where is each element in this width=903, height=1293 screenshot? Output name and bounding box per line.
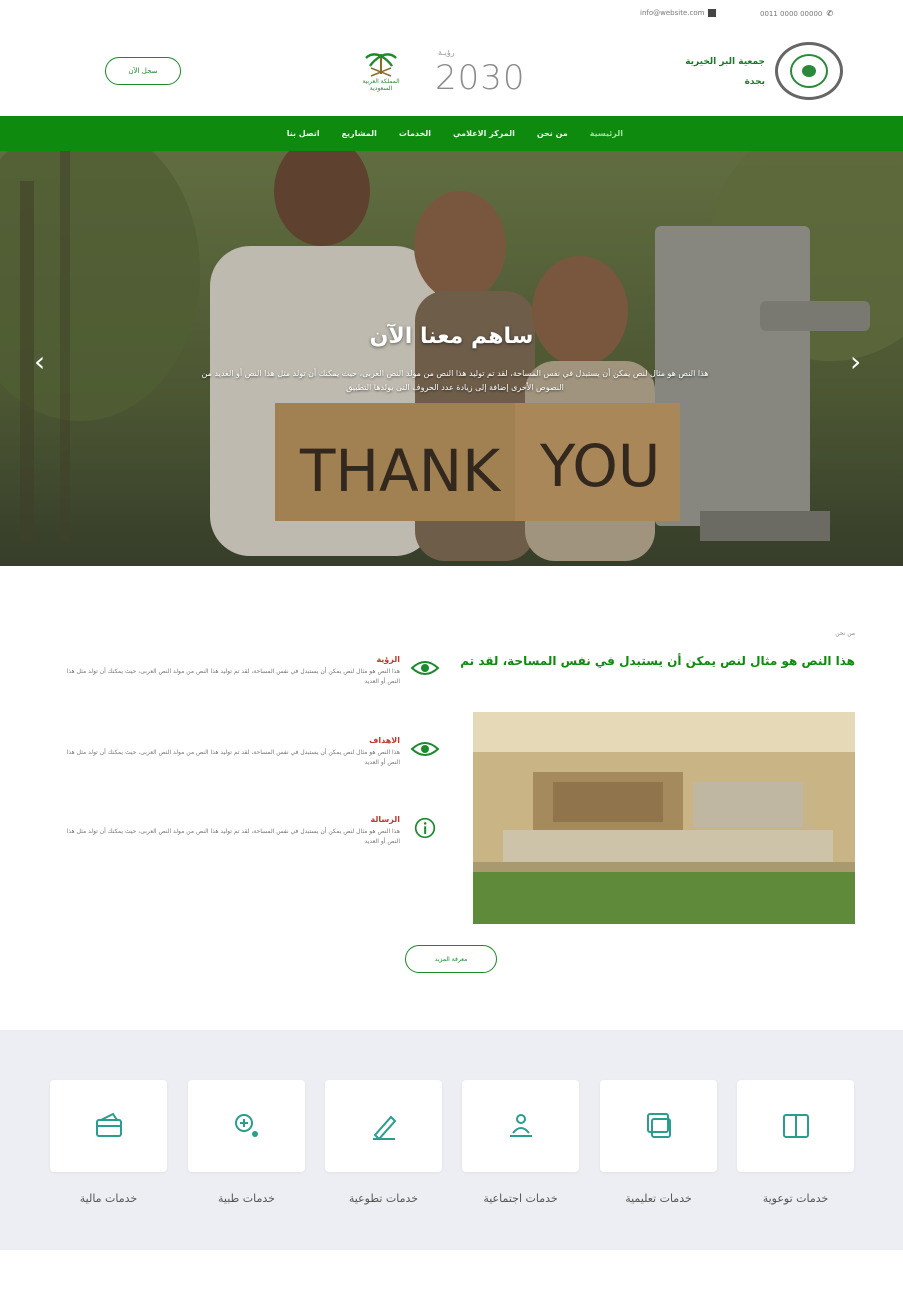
pen-icon	[372, 1115, 396, 1141]
services-section: خدمات توعوية خدمات تعليمية خدمات اجتماعي…	[0, 1030, 903, 1250]
service-label: خدمات تطوعية	[348, 1192, 419, 1205]
service-educational[interactable]: خدمات تعليمية	[600, 1080, 717, 1205]
logo-emblem	[790, 54, 828, 88]
about-title: هذا النص هو مثال لنص يمكن أن يستبدل في ن…	[460, 654, 855, 668]
service-label: خدمات مالية	[79, 1192, 138, 1205]
phone-contact[interactable]: 0011 0000 00000 ✆	[760, 9, 833, 18]
feature-title: الاهداف	[369, 736, 400, 745]
service-card[interactable]	[737, 1080, 854, 1172]
service-card[interactable]	[600, 1080, 717, 1172]
vision-2030-logo: المملكة العربية السعودية رؤيـة 2030	[350, 40, 550, 100]
feature-title: الرسالة	[370, 815, 400, 824]
feature-text: هذا النص هو مثال لنص يمكن أن يستبدل في ن…	[66, 749, 400, 766]
vision-emblem-text: المملكة العربية السعودية	[362, 78, 400, 92]
main-nav: الرئيسية من نحن المركز الاعلامي الخدمات …	[0, 116, 903, 151]
service-medical[interactable]: خدمات طبية	[188, 1080, 305, 1205]
service-volunteer[interactable]: خدمات تطوعية	[325, 1080, 442, 1205]
vision-top-text: رؤيـة	[438, 48, 455, 57]
email-text: info@website.com	[640, 9, 705, 17]
nav-item-services[interactable]: الخدمات	[399, 129, 431, 138]
service-card[interactable]	[325, 1080, 442, 1172]
service-financial[interactable]: خدمات مالية	[50, 1080, 167, 1205]
info-icon	[414, 817, 436, 839]
nav-item-home[interactable]: الرئيسية	[590, 129, 623, 138]
feature-text: هذا النص هو مثال لنص يمكن أن يستبدل في ن…	[66, 668, 400, 685]
nav-item-projects[interactable]: المشاريع	[342, 129, 377, 138]
phone-text: 0011 0000 00000	[760, 9, 823, 18]
hero-text: هذا النص هو مثال لنص يمكن أن يستبدل في ن…	[201, 369, 709, 392]
service-social[interactable]: خدمات اجتماعية	[462, 1080, 579, 1205]
feature-title: الرؤية	[376, 655, 400, 664]
nav-item-media[interactable]: المركز الاعلامي	[453, 129, 515, 138]
service-card[interactable]	[50, 1080, 167, 1172]
service-label: خدمات طبية	[218, 1192, 275, 1205]
more-button[interactable]: معرفة المزيد	[405, 945, 497, 973]
service-label: خدمات تعليمية	[625, 1192, 692, 1205]
people-icon	[509, 1114, 532, 1137]
eye-icon	[410, 661, 440, 675]
feature-mission: الرسالة هذا النص هو مثال لنص يمكن أن يست…	[55, 815, 440, 875]
medical-icon	[234, 1114, 258, 1137]
hero-slider: THANK YOU ساهم معنا الآن هذا النص هو مثا…	[0, 151, 903, 566]
top-bar: info@website.com 0011 0000 00000 ✆	[0, 0, 903, 30]
hero-title: ساهم معنا الآن	[369, 324, 534, 349]
service-label: خدمات توعوية	[762, 1192, 829, 1205]
register-button[interactable]: سجل الآن	[105, 57, 181, 85]
service-awareness[interactable]: خدمات توعوية	[737, 1080, 854, 1205]
brand-line-2: بجدة	[744, 77, 765, 87]
nav-item-contact[interactable]: اتصل بنا	[287, 129, 320, 138]
feature-text: هذا النص هو مثال لنص يمكن أن يستبدل في ن…	[66, 828, 400, 845]
feature-goals: الاهداف هذا النص هو مثال لنص يمكن أن يست…	[55, 736, 440, 796]
wallet-icon	[95, 1112, 122, 1137]
nav-item-about[interactable]: من نحن	[537, 129, 568, 138]
phone-icon: ✆	[826, 9, 834, 18]
slider-prev-arrow-icon[interactable]: ‹	[34, 348, 45, 376]
site-logo[interactable]	[775, 42, 843, 100]
service-label: خدمات اجتماعية	[483, 1192, 558, 1205]
vision-number: 2030	[435, 58, 526, 98]
section-label: من نحن	[835, 630, 855, 637]
brand-name: جمعية البر الخيرية بجدة	[660, 52, 765, 92]
feature-vision: الرؤية هذا النص هو مثال لنص يمكن أن يستب…	[55, 655, 440, 715]
book-icon	[782, 1114, 809, 1138]
eye-icon	[410, 742, 440, 756]
mail-icon	[708, 9, 717, 17]
board-icon	[646, 1113, 671, 1138]
email-contact[interactable]: info@website.com	[640, 9, 717, 17]
about-image	[473, 712, 855, 924]
hero-image: THANK YOU	[0, 151, 903, 566]
service-card[interactable]	[188, 1080, 305, 1172]
brand-line-1: جمعية البر الخيرية	[685, 57, 765, 67]
service-card[interactable]	[462, 1080, 579, 1172]
slider-next-arrow-icon[interactable]: ›	[850, 348, 861, 376]
